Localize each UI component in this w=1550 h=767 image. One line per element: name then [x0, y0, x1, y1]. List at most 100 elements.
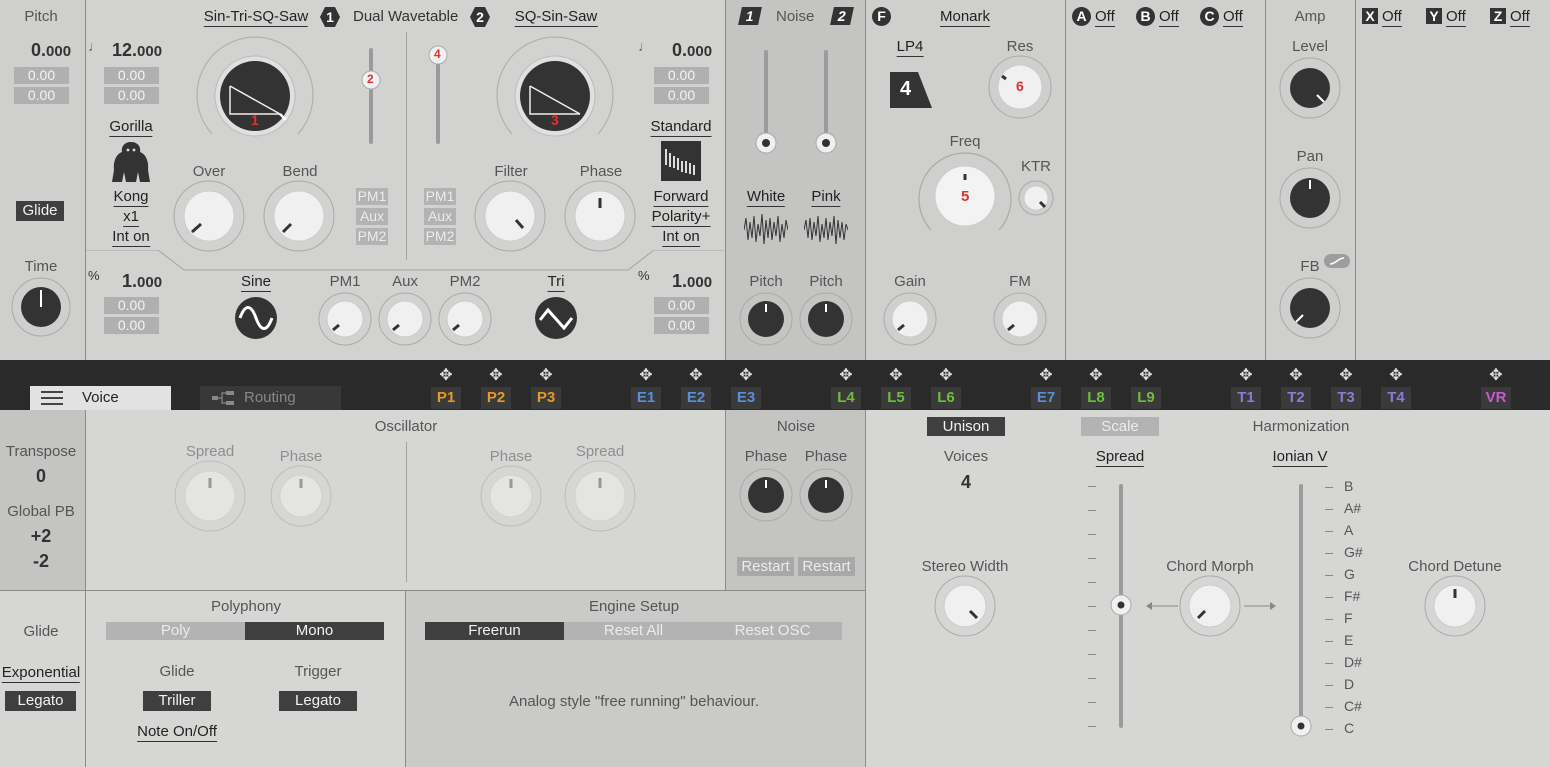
transpose-value[interactable]: 0	[36, 466, 46, 487]
harmonization-slider-handle[interactable]	[1290, 715, 1312, 737]
white-level-handle[interactable]	[755, 132, 777, 154]
osc1-level-value[interactable]: 1.000	[122, 271, 162, 292]
white-noise-label[interactable]: White	[746, 188, 786, 207]
scale-note-b[interactable]: B	[1344, 478, 1353, 494]
osc1-spread-knob[interactable]	[174, 460, 246, 532]
scale-note-f-sharp[interactable]: F#	[1344, 588, 1360, 604]
freerun-button[interactable]: Freerun	[425, 622, 564, 640]
pink-pitch-knob[interactable]	[799, 292, 853, 346]
bend-knob[interactable]	[263, 180, 335, 252]
osc2-wave-name[interactable]: Standard	[650, 118, 712, 137]
white-pitch-knob[interactable]	[739, 292, 793, 346]
osc1-level-fine1[interactable]: 0.00	[104, 297, 159, 314]
move-handle-icon[interactable]: ✥	[439, 365, 452, 385]
mod-slot-t1[interactable]: ✥ T1	[1224, 362, 1268, 410]
osc1-value[interactable]: 12.000	[112, 40, 162, 61]
move-handle-icon[interactable]: ✥	[1039, 365, 1052, 385]
mod-c-value[interactable]: Off	[1223, 8, 1243, 27]
scale-note-g-sharp[interactable]: G#	[1344, 544, 1363, 560]
osc1-interp[interactable]: Int on	[112, 228, 150, 247]
tri-label[interactable]: Tri	[547, 273, 565, 292]
move-handle-icon[interactable]: ✥	[1489, 365, 1502, 385]
level-knob[interactable]	[1279, 57, 1341, 119]
noise-restart2-button[interactable]: Restart	[798, 557, 855, 576]
move-handle-icon[interactable]: ✥	[1389, 365, 1402, 385]
move-handle-icon[interactable]: ✥	[1339, 365, 1352, 385]
noise-phase1-knob[interactable]	[739, 468, 793, 522]
phase-knob[interactable]	[564, 180, 636, 252]
poly-button[interactable]: Poly	[106, 622, 245, 640]
osc1-aux-tag[interactable]: Aux	[356, 208, 388, 225]
mod-slot-p2[interactable]: ✥ P2	[474, 362, 518, 410]
triller-button[interactable]: Triller	[143, 691, 211, 711]
mod-slot-t3[interactable]: ✥ T3	[1324, 362, 1368, 410]
move-handle-icon[interactable]: ✥	[489, 365, 502, 385]
filter-type[interactable]: Monark	[939, 8, 991, 27]
osc2-polarity[interactable]: Polarity+	[651, 208, 711, 227]
osc1-phase-knob[interactable]	[270, 465, 332, 527]
spread-slider-handle[interactable]	[1110, 594, 1132, 616]
pitch-fine1[interactable]: 0.00	[14, 67, 69, 84]
mod-slot-t4[interactable]: ✥ T4	[1374, 362, 1418, 410]
mod-slot-l6[interactable]: ✥ L6	[924, 362, 968, 410]
mod-slot-t2[interactable]: ✥ T2	[1274, 362, 1318, 410]
mono-button[interactable]: Mono	[245, 622, 384, 640]
move-handle-icon[interactable]: ✥	[1239, 365, 1252, 385]
spread-mode[interactable]: Spread	[1095, 448, 1145, 467]
bottom-pm2-knob[interactable]	[438, 292, 492, 346]
time-knob[interactable]	[10, 276, 72, 338]
routing-tab[interactable]: Routing	[200, 386, 341, 410]
mod-a-value[interactable]: Off	[1095, 8, 1115, 27]
mod-x-value[interactable]: Off	[1382, 8, 1402, 27]
move-handle-icon[interactable]: ✥	[1289, 365, 1302, 385]
osc2-aux-tag[interactable]: Aux	[424, 208, 456, 225]
scale-note-c-sharp[interactable]: C#	[1344, 698, 1362, 714]
osc2-level-fine1[interactable]: 0.00	[654, 297, 709, 314]
filter-mode[interactable]: LP4	[896, 38, 924, 57]
glide-legato-button[interactable]: Legato	[5, 691, 76, 711]
pb-down-value[interactable]: -2	[33, 551, 49, 572]
mod-slot-l4[interactable]: ✥ L4	[824, 362, 868, 410]
mod-slot-p1[interactable]: ✥ P1	[424, 362, 468, 410]
ktr-knob[interactable]	[1018, 180, 1054, 216]
mod-y-value[interactable]: Off	[1446, 8, 1466, 27]
scale-note-d-sharp[interactable]: D#	[1344, 654, 1362, 670]
mod-slot-l8[interactable]: ✥ L8	[1074, 362, 1118, 410]
reset-all-button[interactable]: Reset All	[564, 622, 703, 640]
osc2-pm1-tag[interactable]: PM1	[424, 188, 456, 205]
fb-curve-icon[interactable]	[1324, 254, 1350, 268]
osc2-level-fine2[interactable]: 0.00	[654, 317, 709, 334]
scale-note-a[interactable]: A	[1344, 522, 1353, 538]
gain-knob[interactable]	[883, 292, 937, 346]
scale-note-f[interactable]: F	[1344, 610, 1353, 626]
voices-value[interactable]: 4	[961, 472, 971, 493]
osc1-level-fine2[interactable]: 0.00	[104, 317, 159, 334]
scale-mode[interactable]: Ionian V	[1272, 448, 1328, 467]
mod-slot-e2[interactable]: ✥ E2	[674, 362, 718, 410]
noise-restart1-button[interactable]: Restart	[737, 557, 794, 576]
glide-mode[interactable]: Exponential	[1, 664, 81, 683]
move-handle-icon[interactable]: ✥	[889, 365, 902, 385]
voice-tab[interactable]: Voice	[30, 386, 171, 410]
stereo-width-knob[interactable]	[934, 575, 996, 637]
osc2-phase-knob[interactable]	[480, 465, 542, 527]
osc2-level-value[interactable]: 1.000	[672, 271, 712, 292]
bottom-aux-knob[interactable]	[378, 292, 432, 346]
osc1-mult[interactable]: x1	[123, 208, 139, 227]
mod-slot-p3[interactable]: ✥ P3	[524, 362, 568, 410]
move-handle-icon[interactable]: ✥	[689, 365, 702, 385]
sine-label[interactable]: Sine	[240, 273, 272, 292]
scale-note-d[interactable]: D	[1344, 676, 1354, 692]
note-onoff-mode[interactable]: Note On/Off	[137, 723, 217, 742]
scale-button[interactable]: Scale	[1081, 417, 1159, 436]
osc2-pm2-tag[interactable]: PM2	[424, 228, 456, 245]
osc2-interp[interactable]: Int on	[662, 228, 700, 247]
osc2-name[interactable]: SQ-Sin-Saw	[514, 8, 598, 27]
mod-slot-e7[interactable]: ✥ E7	[1024, 362, 1068, 410]
move-handle-icon[interactable]: ✥	[1139, 365, 1152, 385]
scale-note-c[interactable]: C	[1344, 720, 1354, 736]
over-knob[interactable]	[173, 180, 245, 252]
scale-note-e[interactable]: E	[1344, 632, 1353, 648]
osc2-fine2[interactable]: 0.00	[654, 87, 709, 104]
move-handle-icon[interactable]: ✥	[939, 365, 952, 385]
